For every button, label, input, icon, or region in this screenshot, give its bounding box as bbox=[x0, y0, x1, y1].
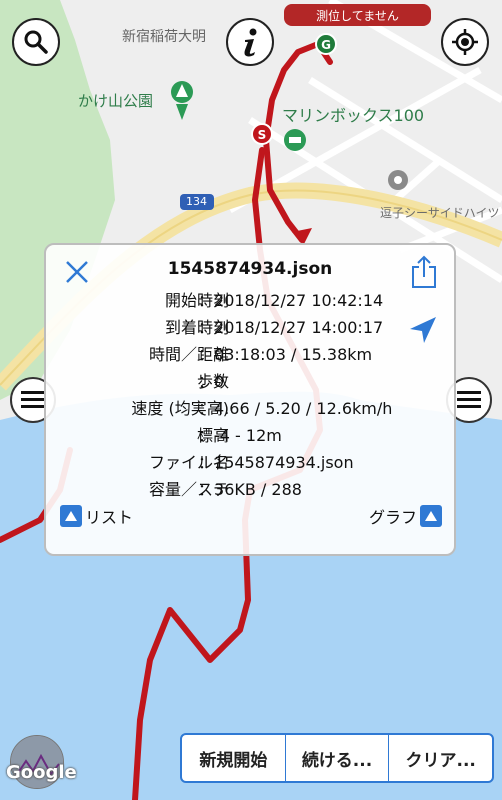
info-value: ：36KB / 288 bbox=[198, 480, 302, 499]
bottom-action-bar: 新規開始 続ける... クリア... bbox=[180, 733, 494, 783]
route-number-label: 134 bbox=[186, 195, 207, 208]
map-label-seaside: 逗子シーサイドハイツ bbox=[380, 206, 500, 220]
locate-icon bbox=[452, 29, 478, 55]
search-icon bbox=[24, 30, 48, 54]
info-row-start: 開始時刻 ：2018/12/27 10:42:14 bbox=[46, 287, 454, 313]
info-icon bbox=[244, 28, 257, 57]
track-info-panel: 1545874934.json 開始時刻 ：2018/12/27 10:42:1… bbox=[44, 243, 456, 556]
info-value: ：4.66 / 5.20 / 12.6km/h bbox=[198, 399, 393, 418]
triangle-up-icon bbox=[60, 505, 82, 527]
search-button[interactable] bbox=[12, 18, 60, 66]
info-value: ：2018/12/27 14:00:17 bbox=[198, 318, 384, 337]
new-start-button[interactable]: 新規開始 bbox=[182, 735, 286, 781]
map-label-marina: マリンボックス100 bbox=[282, 106, 425, 125]
info-row-elevation: 標高 ：-4 - 12m bbox=[46, 422, 454, 448]
list-label: リスト bbox=[85, 508, 134, 527]
map-label-shrine: 新宿稲荷大明 bbox=[122, 29, 206, 45]
graph-button[interactable]: グラフ bbox=[369, 504, 442, 528]
locate-button[interactable] bbox=[441, 18, 489, 66]
location-status-text: 測位してません bbox=[316, 8, 399, 23]
info-value: ：2018/12/27 10:42:14 bbox=[198, 291, 384, 310]
google-attribution: Google bbox=[6, 762, 77, 783]
menu-icon bbox=[457, 391, 481, 408]
graph-label: グラフ bbox=[368, 508, 417, 527]
clear-button[interactable]: クリア... bbox=[389, 735, 492, 781]
info-row-speed: 速度 (均実高) ：4.66 / 5.20 / 12.6km/h bbox=[46, 395, 454, 421]
continue-button[interactable]: 続ける... bbox=[286, 735, 390, 781]
info-button[interactable] bbox=[226, 18, 274, 66]
file-title: 1545874934.json bbox=[167, 259, 333, 279]
info-row-arrival: 到着時刻 ：2018/12/27 14:00:17 bbox=[46, 314, 454, 340]
map-label-park: かけ山公園 bbox=[78, 92, 154, 110]
info-value: ：1545874934.json bbox=[198, 453, 354, 472]
info-value: ：0 bbox=[198, 372, 225, 391]
info-row-duration: 時間／距離 ：03:18:03 / 15.38km bbox=[46, 341, 454, 367]
info-value: ：03:18:03 / 15.38km bbox=[198, 345, 373, 364]
triangle-up-icon bbox=[420, 505, 442, 527]
location-status-badge: 測位してません bbox=[284, 4, 431, 26]
svg-text:S: S bbox=[258, 128, 267, 142]
info-row-size: 容量／ステ ：36KB / 288 bbox=[46, 476, 454, 502]
list-button[interactable]: リスト bbox=[60, 504, 133, 528]
menu-icon bbox=[21, 391, 45, 408]
share-button[interactable] bbox=[410, 255, 438, 289]
info-row-filename: ファイル名 ：1545874934.json bbox=[46, 449, 454, 475]
info-value: ：-4 - 12m bbox=[198, 426, 282, 445]
svg-text:G: G bbox=[321, 38, 331, 52]
info-row-steps: 歩数 ：0 bbox=[46, 368, 454, 394]
share-icon bbox=[412, 255, 436, 288]
